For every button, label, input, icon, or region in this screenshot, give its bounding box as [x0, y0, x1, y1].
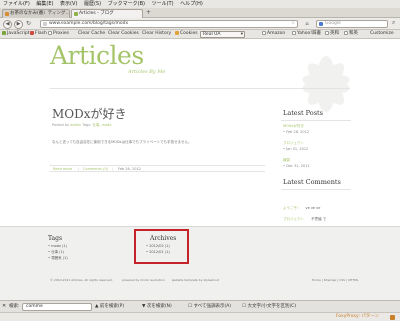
menu-edit[interactable]: 編集(E) — [36, 1, 53, 7]
find-bar: ✕ 検索: comme ▲ 前を検索(P) ▼ 次を検索(N) ☐ すべて強調表… — [0, 300, 400, 312]
menu-bookmarks[interactable]: ブックマーク(B) — [108, 1, 145, 7]
highlight-all-checkbox[interactable]: ☐ すべて強調表示(A) — [188, 301, 231, 312]
latest-post-date: • Feb 26, 2012 — [283, 130, 310, 134]
site-tagline: Articles By Me — [128, 69, 166, 75]
close-icon[interactable]: ✕ — [2, 301, 6, 312]
bookmarks-toolbar: JavaScript Flash Proxies Clear Cache Cle… — [0, 30, 400, 39]
post-body: なんと言っても自由自在に使用できるMODxは仕事でもプライベートでも手放せません… — [52, 140, 192, 144]
tab-label: お茶のなかみ(番）ティング... — [10, 11, 70, 16]
site-title[interactable]: Articles — [50, 41, 144, 70]
find-previous-button[interactable]: ▲ 前を検索(P) — [95, 301, 124, 312]
read-more-link[interactable]: Read more — [53, 166, 72, 172]
footer-tags-heading: Tags — [48, 235, 63, 242]
bookmark-flash[interactable]: Flash — [30, 30, 47, 38]
flash-icon — [30, 30, 34, 35]
bookmark-yahoo-dict[interactable]: Yahoo!辞書 — [292, 30, 321, 38]
latest-comments-heading: Latest Comments — [283, 178, 341, 186]
search-icon[interactable]: ⌕ — [392, 19, 395, 27]
check-icon — [2, 30, 6, 35]
menu-tools[interactable]: ツール(T) — [152, 1, 174, 7]
post-meta: Posted by admin Tags: 仕事, modx — [52, 123, 112, 127]
latest-comment-item: プロジェクト 不思議 で — [283, 217, 327, 221]
menu-bar: ファイル(F) 編集(E) 表示(V) 履歴(S) ブックマーク(B) ツール(… — [0, 0, 400, 8]
bookmark-clear-cache[interactable]: Clear Cache — [78, 30, 105, 38]
post-tags-link[interactable]: 仕事, modx — [92, 123, 111, 127]
navigation-bar: ◀ ▶ ↻ www.example.com/blog/tags/modx ☆ ⌂… — [0, 18, 400, 30]
find-input[interactable]: comme — [22, 303, 92, 311]
cookie-icon — [175, 30, 179, 35]
latest-post-link[interactable]: プロジェクト — [283, 141, 304, 146]
foxyproxy-icon[interactable] — [390, 315, 395, 320]
home-icon[interactable]: ⌂ — [302, 20, 312, 28]
bookmark-cookies[interactable]: Cookies — [175, 30, 198, 38]
tab-label: Articles - ブログ — [79, 11, 114, 16]
sidebar-divider — [281, 120, 351, 121]
menu-history[interactable]: 履歴(S) — [84, 1, 101, 7]
post-date: Feb 26, 2012 — [118, 167, 141, 171]
bookmark-javascript[interactable]: JavaScript — [2, 30, 30, 38]
reload-icon[interactable]: ↻ — [26, 20, 31, 27]
match-case-checkbox[interactable]: ☐ 大文字/小文字を区別(C) — [242, 301, 296, 312]
footer-tag-link[interactable]: • modx (1) — [48, 244, 67, 248]
search-input[interactable]: Google — [316, 20, 388, 28]
tab-articles[interactable]: Articles - ブログ — [71, 9, 143, 18]
footer-tag-link[interactable]: • 仕事 (1) — [48, 250, 64, 255]
latest-post-link[interactable]: 練習 — [283, 158, 290, 163]
checkbox-icon — [292, 30, 296, 35]
checkbox-icon — [48, 30, 52, 35]
footer-copyright: © 2010-2011 Articles. All rights reserve… — [50, 278, 219, 282]
bookmark-amazon[interactable]: Amazon — [262, 30, 285, 38]
search-placeholder: Google — [325, 21, 341, 26]
status-bar: FoxyProxy: パターン — [0, 312, 400, 321]
search-engine-icon[interactable] — [319, 22, 323, 26]
bookmark-eiwa[interactable]: 英和 — [325, 30, 339, 38]
footer-links[interactable]: Home | Sitemap | CSS | XHTML — [312, 278, 358, 282]
tab-bar: お茶のなかみ(番）ティング... Articles - ブログ + — [0, 8, 400, 18]
post-footer: Read more | Comments (0) | Feb 26, 2012 — [50, 165, 265, 172]
favicon-icon — [5, 12, 9, 16]
post-author-link[interactable]: admin — [70, 123, 81, 127]
leaf-decoration — [302, 56, 350, 112]
find-next-button[interactable]: ▼ 次を検索(N) — [142, 301, 172, 312]
post-title[interactable]: MODxが好き — [52, 105, 127, 122]
latest-posts-heading: Latest Posts — [283, 109, 323, 117]
header-divider — [50, 88, 350, 89]
find-label: 検索: — [9, 304, 20, 309]
url-input[interactable]: www.example.com/blog/tags/modx ☆ — [40, 20, 298, 28]
latest-post-date: • Dec 31, 2011 — [283, 164, 310, 168]
new-tab-button[interactable]: + — [146, 9, 151, 17]
menu-file[interactable]: ファイル(F) — [3, 1, 30, 7]
forward-button[interactable]: ▶ — [14, 19, 23, 29]
latest-post-date: • Jan 01, 2012 — [283, 147, 309, 151]
checkbox-icon — [325, 30, 329, 35]
bookmark-customize[interactable]: Customize — [370, 30, 394, 38]
latest-post-link[interactable]: MODxが好き — [283, 124, 304, 129]
user-agent-dropdown[interactable]: Real UA ▾ — [200, 31, 245, 38]
site-identity-icon[interactable] — [43, 22, 47, 26]
menu-help[interactable]: ヘルプ(H) — [180, 1, 203, 7]
favicon-icon — [74, 12, 78, 16]
menu-view[interactable]: 表示(V) — [60, 1, 77, 7]
url-text: www.example.com/blog/tags/modx — [49, 21, 129, 26]
bookmark-clear-cookies[interactable]: Clear Cookies — [108, 30, 139, 38]
chevron-down-icon: ▾ — [240, 32, 243, 37]
bookmark-star-icon[interactable]: ☆ — [291, 21, 295, 27]
bookmark-clear-history[interactable]: Clear History — [142, 30, 171, 38]
checkbox-icon — [262, 30, 266, 35]
comments-link[interactable]: Comments (0) — [83, 166, 108, 172]
tab-first[interactable]: お茶のなかみ(番）ティング... — [2, 9, 70, 18]
footer-tag-link[interactable]: • 雰囲気 (1) — [48, 256, 68, 261]
back-button[interactable]: ◀ — [3, 19, 12, 29]
bookmark-waei[interactable]: 和英 — [344, 30, 358, 38]
foxyproxy-status[interactable]: FoxyProxy: パターン — [336, 313, 379, 321]
sidebar-divider — [281, 189, 351, 190]
bookmark-proxies[interactable]: Proxies — [48, 30, 69, 38]
latest-comment-link[interactable]: プロジェクト — [283, 217, 304, 221]
archives-highlight-box — [134, 229, 189, 264]
checkbox-icon — [344, 30, 348, 35]
